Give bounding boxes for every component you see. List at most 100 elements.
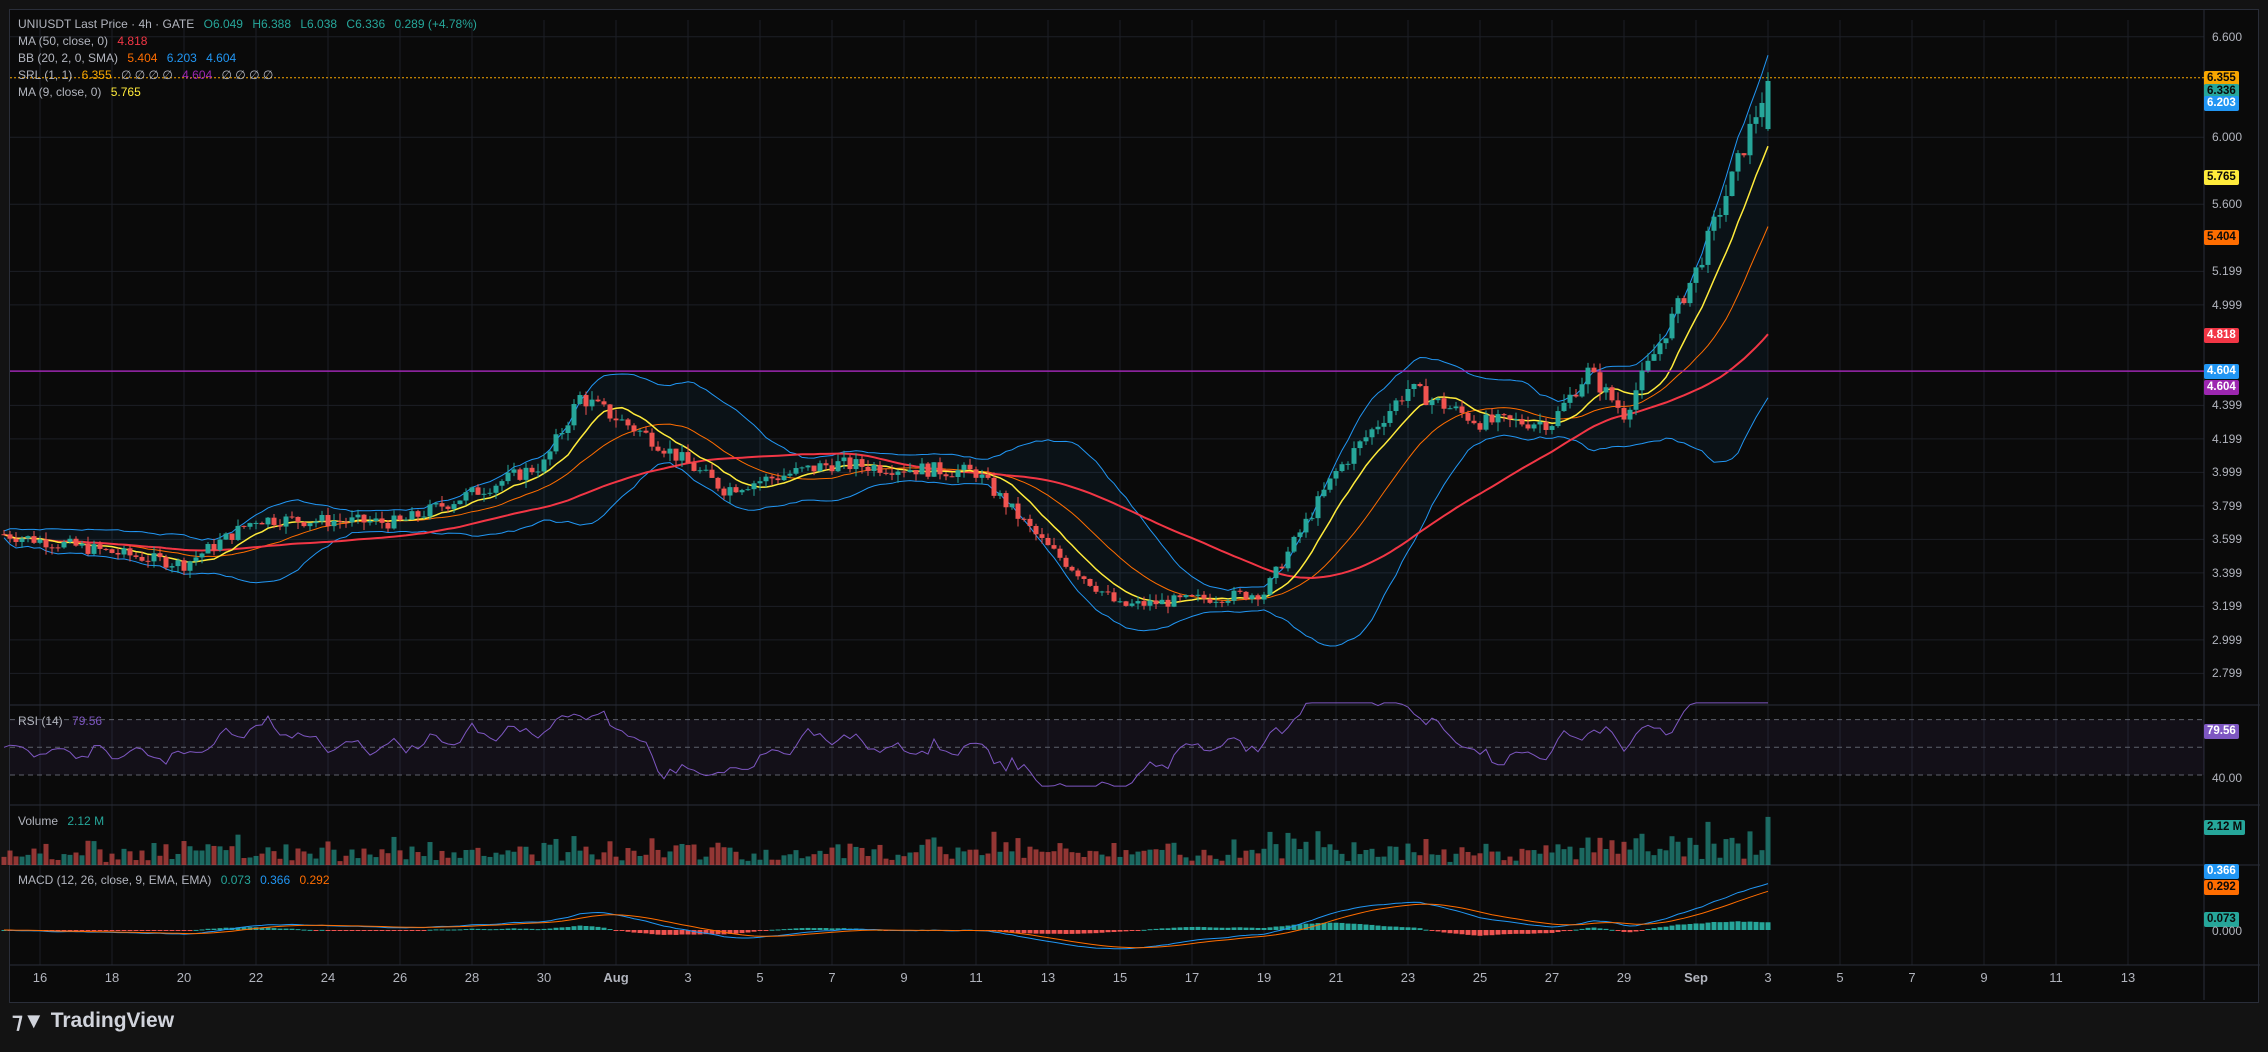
ma9-legend[interactable]: MA (9, close, 0) 5.765 bbox=[18, 85, 147, 99]
candle-body bbox=[1471, 420, 1477, 424]
volume-bar bbox=[355, 858, 361, 865]
volume-bar bbox=[1405, 843, 1411, 865]
candle-body bbox=[121, 548, 127, 555]
candle-body bbox=[1021, 518, 1027, 520]
candle-body bbox=[31, 536, 37, 543]
macd-legend[interactable]: MACD (12, 26, close, 9, EMA, EMA) 0.073 … bbox=[18, 873, 336, 887]
volume-bar bbox=[379, 849, 385, 865]
candle-body bbox=[217, 539, 223, 551]
macd-histogram-bar bbox=[1537, 930, 1543, 934]
candle-body bbox=[1609, 387, 1615, 401]
candle-body bbox=[1723, 196, 1729, 216]
volume-bar bbox=[199, 850, 205, 865]
price-axis-label: 3.799 bbox=[2212, 498, 2243, 513]
candle-body bbox=[367, 521, 373, 523]
macd-histogram-bar bbox=[1723, 922, 1729, 930]
candle-body bbox=[1027, 518, 1033, 526]
candle-body bbox=[253, 522, 259, 524]
volume-bar bbox=[271, 851, 277, 865]
macd-histogram-bar bbox=[1375, 925, 1381, 930]
candle-body bbox=[589, 399, 595, 407]
time-axis-label: 5 bbox=[756, 970, 764, 985]
volume-bar bbox=[919, 844, 925, 865]
candle-body bbox=[787, 473, 793, 476]
volume-bar bbox=[445, 857, 451, 865]
macd-histogram-bar bbox=[1693, 923, 1699, 930]
macd-histogram-bar bbox=[1675, 924, 1681, 930]
macd-histogram-bar bbox=[1495, 930, 1501, 935]
volume-bar bbox=[679, 843, 685, 865]
price-axis-label: 4.999 bbox=[2212, 297, 2243, 312]
candle-body bbox=[1051, 545, 1057, 549]
candle-body bbox=[1765, 80, 1771, 130]
volume-bar bbox=[613, 856, 619, 865]
macd-histogram-bar bbox=[1219, 927, 1225, 930]
macd-histogram-bar bbox=[145, 930, 151, 931]
candle-body bbox=[241, 525, 247, 527]
volume-bar bbox=[1693, 844, 1699, 865]
time-axis-label: Aug bbox=[603, 970, 629, 985]
macd-histogram-bar bbox=[1051, 930, 1057, 934]
price-tag: 4.818 bbox=[2204, 328, 2239, 344]
candle-body bbox=[223, 533, 229, 540]
macd-histogram-bar bbox=[823, 928, 829, 930]
volume-bar bbox=[733, 851, 739, 865]
candle-body bbox=[1153, 600, 1159, 605]
candle-body bbox=[1, 534, 7, 536]
price-legend: UNIUSDT Last Price · 4h · GATE O6.049 H6… bbox=[18, 17, 483, 31]
macd-histogram-bar bbox=[487, 929, 493, 931]
volume-bar bbox=[631, 850, 637, 865]
macd-histogram-bar bbox=[1153, 928, 1159, 930]
volume-bar bbox=[187, 846, 193, 865]
volume-bar bbox=[1489, 851, 1495, 865]
volume-bar bbox=[1441, 849, 1447, 865]
volume-bar bbox=[871, 849, 877, 865]
candle-body bbox=[1183, 594, 1189, 598]
ma50-legend[interactable]: MA (50, close, 0) 4.818 bbox=[18, 34, 153, 48]
volume-legend[interactable]: Volume 2.12 M bbox=[18, 814, 110, 828]
volume-bar bbox=[1183, 857, 1189, 865]
candle-body bbox=[163, 557, 169, 568]
bb-legend[interactable]: BB (20, 2, 0, SMA) 5.404 6.203 4.604 bbox=[18, 51, 242, 65]
srl-legend[interactable]: SRL (1, 1) 6.355 ∅ ∅ ∅ ∅ 4.604 ∅ ∅ ∅ ∅ bbox=[18, 68, 279, 82]
candle-body bbox=[1201, 594, 1207, 599]
volume-bar bbox=[1045, 852, 1051, 865]
candle-body bbox=[1663, 338, 1669, 344]
macd-histogram-bar bbox=[1339, 922, 1345, 930]
macd-histogram-bar bbox=[1687, 923, 1693, 930]
rsi-legend[interactable]: RSI (14) 79.56 bbox=[18, 714, 108, 728]
volume-bar bbox=[1189, 860, 1195, 865]
macd-histogram-bar bbox=[133, 930, 139, 931]
chart-canvas[interactable] bbox=[0, 0, 2268, 1000]
candle-body bbox=[157, 553, 163, 558]
candle-body bbox=[469, 487, 475, 493]
volume-bar bbox=[1651, 855, 1657, 865]
macd-histogram-bar bbox=[277, 928, 283, 930]
volume-bar bbox=[757, 859, 763, 865]
volume-bar bbox=[1663, 850, 1669, 865]
volume-bar bbox=[1309, 859, 1315, 865]
volume-bar bbox=[961, 851, 967, 865]
volume-bar bbox=[499, 854, 505, 865]
macd-histogram-bar bbox=[451, 929, 457, 931]
volume-bar bbox=[475, 847, 481, 865]
macd-histogram-bar bbox=[1513, 930, 1519, 934]
macd-histogram-bar bbox=[1555, 930, 1561, 933]
tradingview-logo[interactable]: ⁊▼ TradingView bbox=[12, 1006, 174, 1036]
time-axis-label: 13 bbox=[1040, 970, 1056, 985]
volume-bar bbox=[1303, 841, 1309, 865]
macd-histogram-bar bbox=[1639, 930, 1645, 931]
candle-body bbox=[55, 547, 61, 549]
volume-bar bbox=[1639, 833, 1645, 865]
volume-bar bbox=[13, 856, 19, 865]
candle-body bbox=[649, 432, 655, 447]
macd-histogram-bar bbox=[523, 928, 529, 930]
price-axis-label: 6.000 bbox=[2212, 130, 2243, 145]
macd-histogram-bar bbox=[1447, 930, 1453, 934]
candle-body bbox=[1441, 398, 1447, 409]
volume-bar bbox=[1705, 821, 1711, 865]
volume-bar bbox=[55, 859, 61, 865]
macd-histogram-bar bbox=[1519, 930, 1525, 934]
volume-bar bbox=[1153, 849, 1159, 865]
volume-bar bbox=[1591, 852, 1597, 865]
